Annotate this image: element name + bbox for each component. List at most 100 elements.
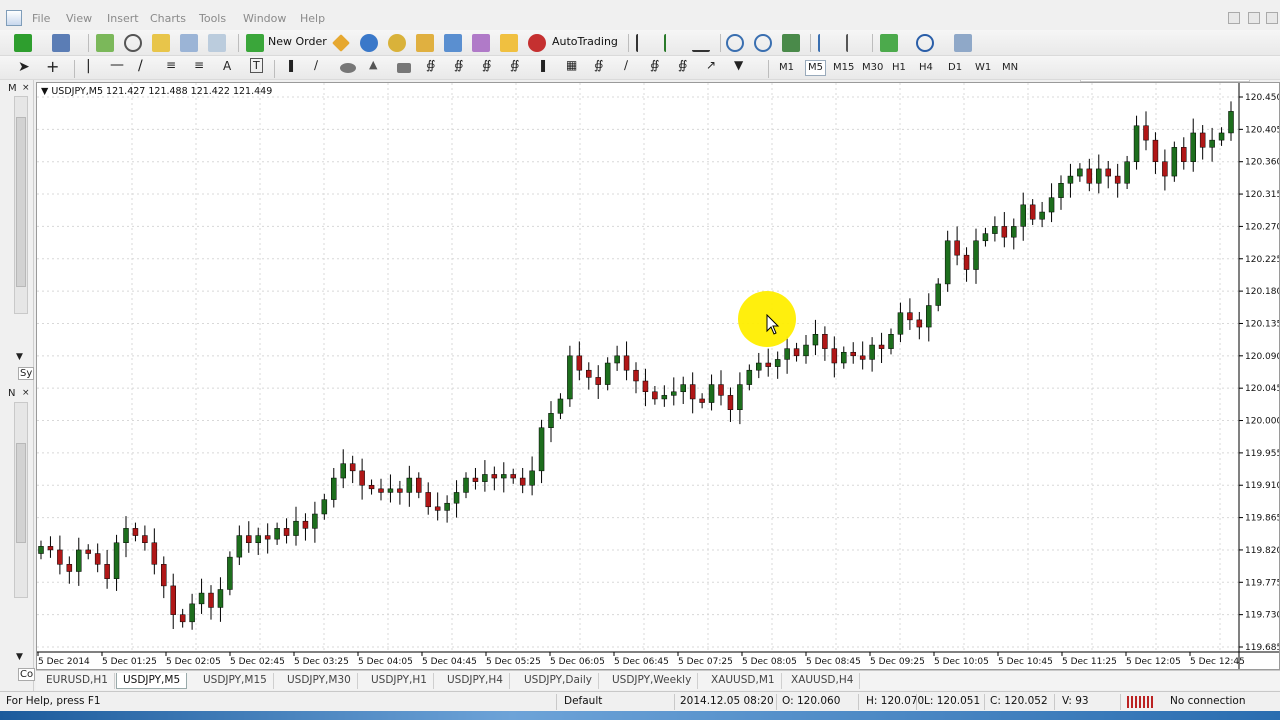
market-watch-scrollbar[interactable] <box>14 96 28 314</box>
timeframe-h4[interactable]: H4 <box>919 62 933 73</box>
menu-file[interactable]: File <box>32 12 50 25</box>
tab-usdjpy-h4[interactable]: USDJPY,H4 <box>441 673 510 689</box>
close-icon[interactable] <box>1266 12 1278 24</box>
tab-usdjpy-daily[interactable]: USDJPY,Daily <box>518 673 599 689</box>
timeframe-m30[interactable]: M30 <box>862 62 883 73</box>
text-icon[interactable]: A <box>223 59 231 73</box>
rectangle-icon[interactable] <box>397 63 411 73</box>
menu-view[interactable]: View <box>66 12 92 25</box>
zoom-out-icon[interactable] <box>754 34 772 52</box>
autotrading-icon[interactable] <box>528 34 546 52</box>
folder-icon[interactable] <box>500 34 518 52</box>
crosshair-icon[interactable]: + <box>46 57 59 76</box>
fibo-expansion-icon[interactable]: ∯ <box>678 58 687 72</box>
market-watch-label[interactable]: M <box>8 83 17 94</box>
gann-fan-icon[interactable]: ∯ <box>594 58 603 72</box>
metaeditor-icon[interactable] <box>332 34 350 52</box>
chart-menu-icon[interactable]: ▼ <box>41 86 48 97</box>
panel-close-icon[interactable]: × <box>22 83 30 93</box>
horizontal-line-icon[interactable]: — <box>110 57 124 73</box>
gann-grid-icon[interactable]: ▦ <box>566 58 577 72</box>
timeframe-h1[interactable]: H1 <box>892 62 906 73</box>
tab-usdjpy-m15[interactable]: USDJPY,M15 <box>197 673 274 689</box>
menu-charts[interactable]: Charts <box>150 12 186 25</box>
menu-window[interactable]: Window <box>243 12 286 25</box>
cursor-icon[interactable]: ➤ <box>18 59 30 75</box>
candlestick-icon[interactable] <box>664 34 682 52</box>
app-icon[interactable] <box>6 10 22 26</box>
chevron-down-icon[interactable]: ▼ <box>16 352 23 362</box>
text-label-icon[interactable]: T <box>250 58 263 73</box>
terminal-icon[interactable] <box>180 34 198 52</box>
menu-tools[interactable]: Tools <box>199 12 226 25</box>
andrews-pitchfork-icon[interactable]: ∯ <box>426 58 435 72</box>
tab-usdjpy-m30[interactable]: USDJPY,M30 <box>281 673 358 689</box>
timeframe-w1[interactable]: W1 <box>975 62 991 73</box>
price-chart[interactable]: 120.450 120.405 120.360 120.315 120.270 120.2… <box>36 82 1280 670</box>
cycle-lines-icon[interactable]: ❚ <box>286 58 296 72</box>
timeframe-m5[interactable]: M5 <box>805 60 826 76</box>
menu-insert[interactable]: Insert <box>107 12 139 25</box>
vertical-line-icon[interactable]: | <box>86 58 91 74</box>
tile-windows-icon[interactable] <box>782 34 800 52</box>
channel-icon[interactable]: ∕ <box>314 58 318 72</box>
signals-icon[interactable] <box>360 34 378 52</box>
auto-scroll-icon[interactable] <box>818 34 836 52</box>
restore-icon[interactable] <box>1248 12 1260 24</box>
navigator-label[interactable]: N <box>8 388 15 399</box>
regression-channel-icon[interactable]: ∯ <box>650 58 659 72</box>
tab-usdjpy-weekly[interactable]: USDJPY,Weekly <box>606 673 699 689</box>
zoom-in-icon[interactable] <box>726 34 744 52</box>
periods-icon[interactable] <box>916 34 934 52</box>
data-window-icon[interactable] <box>124 34 142 52</box>
minimize-icon[interactable] <box>1228 12 1240 24</box>
equidistant-channel-icon[interactable]: ≡ <box>166 58 176 72</box>
timeframe-m15[interactable]: M15 <box>833 62 854 73</box>
indicators-icon[interactable] <box>880 34 898 52</box>
vps-icon[interactable] <box>444 34 462 52</box>
ellipse-icon[interactable] <box>340 63 356 73</box>
new-chart-icon[interactable] <box>14 34 32 52</box>
timeframe-d1[interactable]: D1 <box>948 62 962 73</box>
chart-shift-icon[interactable] <box>846 34 864 52</box>
tab-eurusd-h1[interactable]: EURUSD,H1 <box>40 673 115 689</box>
navigator-icon[interactable] <box>152 34 170 52</box>
print-icon[interactable] <box>472 34 490 52</box>
scroll-thumb[interactable] <box>16 443 26 543</box>
market-watch-icon[interactable] <box>96 34 114 52</box>
tab-xauusd-h4[interactable]: XAUUSD,H4 <box>785 673 861 689</box>
line-chart-icon[interactable] <box>692 34 710 52</box>
bar-chart-icon[interactable] <box>636 34 654 52</box>
fibo-fan-icon[interactable]: ∯ <box>482 58 491 72</box>
profiles-icon[interactable] <box>52 34 70 52</box>
market-icon[interactable] <box>416 34 434 52</box>
fibo-time-zones-icon[interactable]: ❚ <box>538 58 548 72</box>
timeframe-m1[interactable]: M1 <box>779 62 794 73</box>
autotrading-button[interactable]: AutoTrading <box>552 35 618 48</box>
fibonacci-icon[interactable]: ≡ <box>194 58 204 72</box>
panel-close-icon[interactable]: × <box>22 388 30 398</box>
new-order-button[interactable]: New Order <box>268 35 327 48</box>
more-objects-icon[interactable]: ▼ <box>734 58 743 72</box>
scroll-thumb[interactable] <box>16 117 26 287</box>
tab-usdjpy-m5[interactable]: USDJPY,M5 <box>116 673 188 689</box>
menu-help[interactable]: Help <box>300 12 325 25</box>
templates-icon[interactable] <box>954 34 972 52</box>
strategy-tester-icon[interactable] <box>208 34 226 52</box>
timeframe-mn[interactable]: MN <box>1002 62 1018 73</box>
tab-xauusd-m1[interactable]: XAUUSD,M1 <box>705 673 782 689</box>
fibo-arcs-icon[interactable]: ∯ <box>510 58 519 72</box>
community-icon[interactable] <box>388 34 406 52</box>
triangle-icon[interactable]: ▲ <box>369 58 377 71</box>
new-order-icon[interactable] <box>246 34 264 52</box>
chart-canvas[interactable]: 120.450 120.405 120.360 120.315 120.270 120.2… <box>37 83 1279 669</box>
navigator-scrollbar[interactable] <box>14 402 28 598</box>
common-tab[interactable]: Co <box>18 668 36 681</box>
gann-line-icon[interactable]: ∕ <box>624 58 628 72</box>
symbols-tab[interactable]: Sy <box>18 367 35 380</box>
chevron-down-icon[interactable]: ▼ <box>16 652 23 662</box>
tab-usdjpy-h1[interactable]: USDJPY,H1 <box>365 673 434 689</box>
fibo-channel-icon[interactable]: ∯ <box>454 58 463 72</box>
arrow-icon[interactable]: ↗ <box>706 58 716 72</box>
trendline-icon[interactable]: / <box>138 58 143 74</box>
